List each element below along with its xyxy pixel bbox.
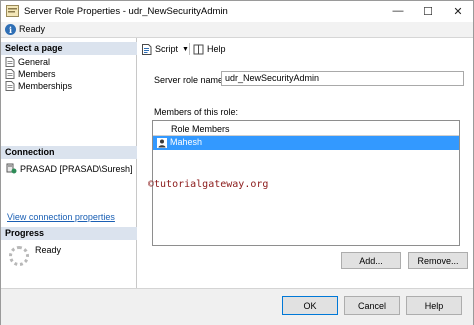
server-role-app-icon <box>6 5 19 17</box>
page-icon <box>5 69 15 79</box>
page-item-members[interactable]: Members <box>5 68 56 80</box>
remove-button[interactable]: Remove... <box>408 252 468 269</box>
info-icon: i <box>5 24 16 35</box>
title-bar: Server Role Properties - udr_NewSecurity… <box>1 1 473 22</box>
column-header-label: Role Members <box>171 124 230 134</box>
help-book-icon <box>193 44 204 54</box>
member-name: Mahesh <box>170 137 203 147</box>
right-pane: Script ▼ Help Server role name: udr_NewS… <box>138 38 473 288</box>
help-label: Help <box>207 44 226 54</box>
help-toolbar-button[interactable]: Help <box>193 42 226 56</box>
user-icon <box>157 138 167 148</box>
select-page-header: Select a page <box>1 42 137 55</box>
connection-info: PRASAD [PRASAD\Suresh] <box>6 163 133 174</box>
page-icon <box>5 81 15 91</box>
status-strip: i Ready <box>1 22 473 38</box>
server-connection-icon <box>6 163 17 174</box>
add-button[interactable]: Add... <box>341 252 401 269</box>
watermark: ©tutorialgateway.org <box>148 179 269 190</box>
members-of-role-label: Members of this role: <box>154 107 239 117</box>
page-item-label: Members <box>18 69 56 79</box>
status-text: Ready <box>19 24 46 34</box>
toolbar-separator <box>189 43 190 55</box>
page-icon <box>5 57 15 67</box>
ok-button[interactable]: OK <box>282 296 338 315</box>
help-button[interactable]: Help <box>406 296 462 315</box>
server-role-name-field[interactable]: udr_NewSecurityAdmin <box>221 71 464 86</box>
progress-spinner-icon <box>9 246 29 266</box>
progress-status: Ready <box>35 245 62 255</box>
minimize-button[interactable]: — <box>383 1 413 21</box>
list-item[interactable]: Mahesh <box>153 136 459 150</box>
server-role-properties-window: Server Role Properties - udr_NewSecurity… <box>0 0 474 325</box>
left-pane: Select a page General Members Membership… <box>1 38 137 288</box>
chevron-down-icon[interactable]: ▼ <box>182 46 189 53</box>
cancel-button[interactable]: Cancel <box>344 296 400 315</box>
close-button[interactable]: ✕ <box>443 1 473 21</box>
window-title: Server Role Properties - udr_NewSecurity… <box>24 6 228 17</box>
view-connection-properties-link[interactable]: View connection properties <box>7 212 115 222</box>
role-members-column-header[interactable]: Role Members <box>153 121 459 136</box>
toolbar: Script ▼ Help <box>138 41 473 57</box>
page-item-general[interactable]: General <box>5 56 50 68</box>
script-button[interactable]: Script ▼ <box>141 42 189 56</box>
script-label: Script <box>155 44 179 54</box>
script-icon <box>142 43 152 55</box>
page-item-label: General <box>18 57 51 67</box>
maximize-button[interactable]: ☐ <box>413 1 443 21</box>
page-item-memberships[interactable]: Memberships <box>5 80 72 92</box>
page-item-label: Memberships <box>18 81 73 91</box>
connection-header: Connection <box>1 146 137 159</box>
progress-header: Progress <box>1 227 137 240</box>
dialog-button-bar: OK Cancel Help <box>1 288 473 325</box>
server-role-name-label: Server role name: <box>154 75 226 85</box>
connection-text: PRASAD [PRASAD\Suresh] <box>20 163 133 174</box>
